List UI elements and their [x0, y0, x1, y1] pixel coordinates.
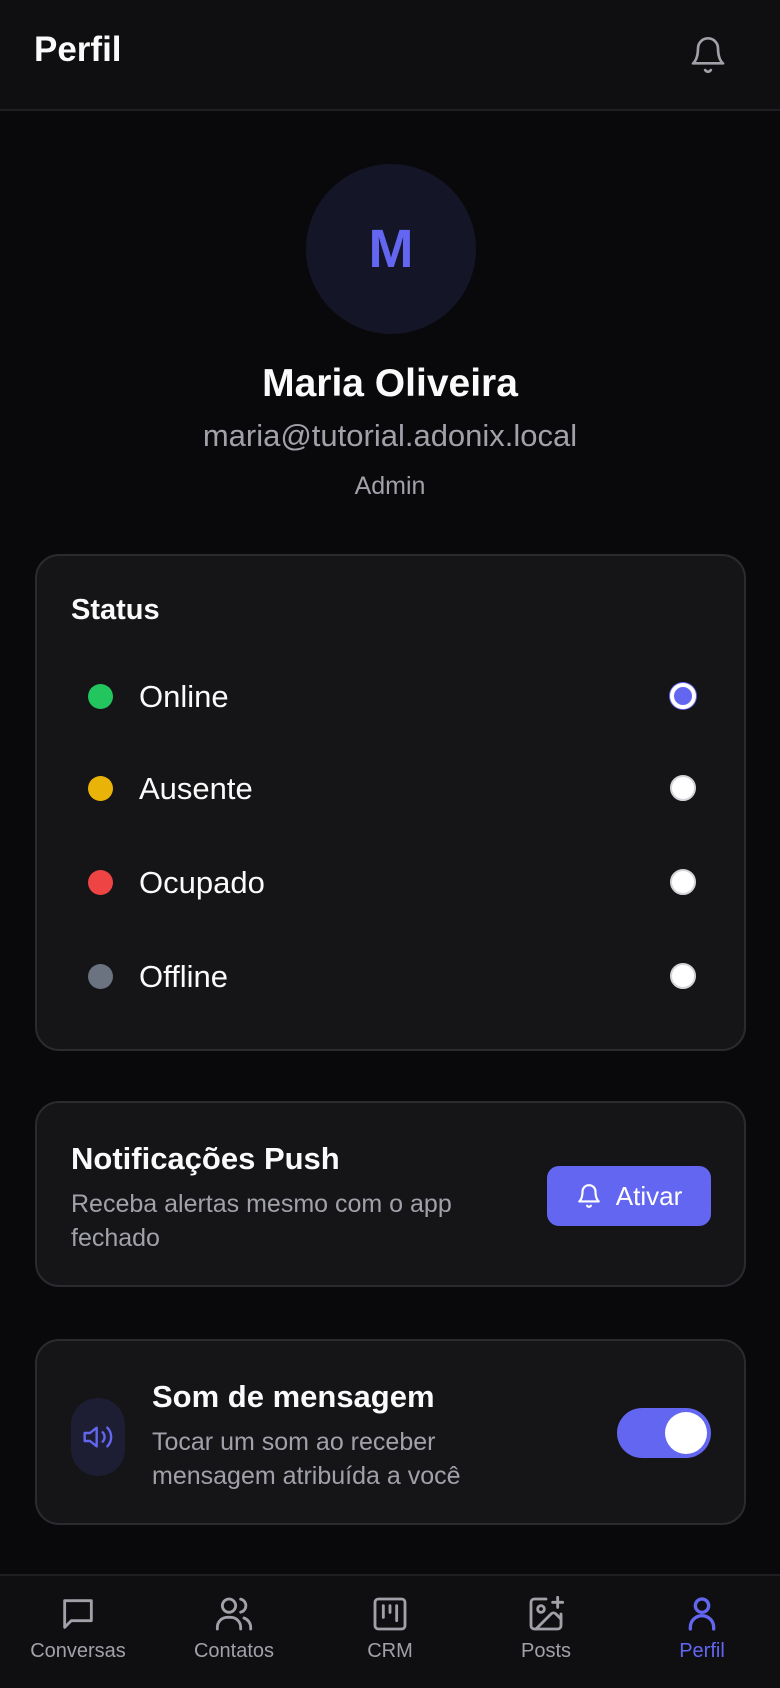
status-card-title: Status	[71, 594, 160, 626]
profile-name: Maria Oliveira	[262, 362, 518, 405]
nav-label: Conversas	[30, 1640, 126, 1662]
push-title: Notificações Push	[71, 1141, 340, 1176]
status-radio-offline[interactable]	[670, 963, 696, 989]
status-option-label: Online	[139, 679, 229, 714]
speaker-icon	[83, 1426, 113, 1448]
user-icon	[688, 1597, 716, 1631]
image-plus-icon	[529, 1595, 565, 1631]
nav-item-posts[interactable]: Posts	[468, 1576, 624, 1688]
profile-page: Perfil M Maria Oliveira maria@tutorial.a…	[0, 0, 780, 1688]
status-option-ausente[interactable]: Ausente	[37, 758, 744, 818]
chat-icon	[63, 1599, 93, 1629]
message-sound-card: Som de mensagem Tocar um som ao receber …	[35, 1339, 746, 1525]
offline-status-dot	[88, 964, 113, 989]
status-radio-ausente[interactable]	[670, 775, 696, 801]
nav-label: CRM	[367, 1640, 413, 1662]
sound-title: Som de mensagem	[152, 1379, 435, 1414]
bottom-navigation: Conversas Contatos CRM Posts Perfil	[0, 1574, 780, 1688]
enable-push-label: Ativar	[615, 1180, 683, 1211]
busy-status-dot	[88, 870, 113, 895]
status-option-label: Ocupado	[139, 865, 265, 900]
status-radio-online[interactable]	[670, 683, 696, 709]
profile-role: Admin	[354, 472, 426, 500]
sound-icon-badge	[71, 1398, 125, 1476]
status-option-ocupado[interactable]: Ocupado	[37, 852, 744, 912]
nav-label: Posts	[520, 1640, 572, 1662]
status-option-label: Offline	[139, 959, 229, 994]
page-title: Perfil	[34, 30, 122, 69]
bell-icon	[691, 37, 725, 73]
profile-email: maria@tutorial.adonix.local	[202, 418, 578, 453]
users-icon	[215, 1597, 253, 1631]
status-radio-ocupado[interactable]	[670, 869, 696, 895]
toggle-knob	[665, 1412, 707, 1454]
nav-item-contatos[interactable]: Contatos	[156, 1576, 312, 1688]
avatar-initial: M	[368, 219, 414, 279]
app-header: Perfil	[0, 0, 780, 111]
bell-icon	[577, 1184, 600, 1208]
notifications-button[interactable]	[683, 30, 733, 80]
online-status-dot	[88, 684, 113, 709]
nav-label: Perfil	[679, 1640, 725, 1662]
kanban-icon	[373, 1597, 407, 1631]
status-option-online[interactable]: Online	[37, 666, 744, 726]
nav-item-perfil[interactable]: Perfil	[624, 1576, 780, 1688]
nav-item-crm[interactable]: CRM	[312, 1576, 468, 1688]
push-description: Receba alertas mesmo com o app fechado	[71, 1190, 452, 1252]
away-status-dot	[88, 776, 113, 801]
message-sound-toggle[interactable]	[617, 1408, 711, 1458]
push-notifications-card: Notificações Push Receba alertas mesmo c…	[35, 1101, 746, 1287]
status-card: Status Online Ausente Ocupado Offline	[35, 554, 746, 1051]
status-option-offline[interactable]: Offline	[37, 946, 744, 1006]
nav-item-conversas[interactable]: Conversas	[0, 1576, 156, 1688]
status-option-label: Ausente	[139, 771, 253, 806]
enable-push-button[interactable]: Ativar	[547, 1166, 711, 1226]
nav-label: Contatos	[193, 1640, 275, 1662]
sound-description: Tocar um som ao receber mensagem atribuí…	[152, 1428, 461, 1490]
avatar: M	[306, 164, 476, 334]
